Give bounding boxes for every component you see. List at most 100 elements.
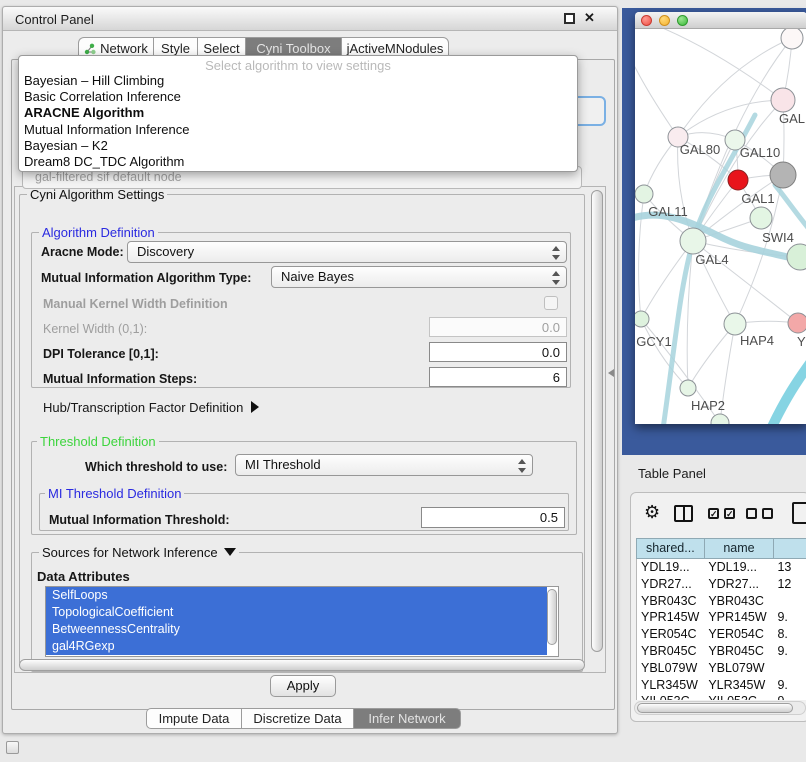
mi-steps-field[interactable]: 6 [429,367,567,387]
table-row[interactable]: YIL053CYIL053C9. [637,693,806,700]
column-header[interactable]: name [704,538,774,559]
table-cell[interactable]: YPR145W [637,609,704,626]
table-row[interactable]: YDR27...YDR27...12 [637,576,806,593]
network-node[interactable] [711,414,729,424]
combo-value: Discovery [137,244,194,259]
list-item[interactable]: gal4RGexp [46,638,547,655]
dropdown-item[interactable]: Bayesian – Hill Climbing [19,73,577,89]
deselect-box-icon[interactable] [762,508,773,519]
table-cell[interactable]: YBR045C [637,643,704,660]
vertical-scrollbar-thumb[interactable] [591,190,603,652]
network-node[interactable] [771,88,795,112]
dropdown-item-selected[interactable]: ARACNE Algorithm [19,105,577,121]
control-panel-titlebar[interactable]: Control Panel ✕ [3,7,617,31]
table-cell[interactable]: YDL19... [704,559,773,576]
network-node-gray[interactable] [770,162,796,188]
aracne-mode-combo[interactable]: Discovery [127,241,567,263]
which-threshold-combo[interactable]: MI Threshold [235,454,533,476]
network-node[interactable] [750,207,772,229]
select-all-check-icon[interactable]: ✓ [724,508,735,519]
network-node-selected[interactable] [728,170,748,190]
mi-algorithm-type-combo[interactable]: Naive Bayes [271,266,567,288]
table-cell[interactable]: YBR045C [704,643,773,660]
table-cell[interactable]: YER054C [637,626,704,643]
table-cell[interactable]: YLR345W [637,677,704,694]
table-cell[interactable] [773,660,806,677]
network-node[interactable] [635,185,653,203]
table-cell[interactable]: 8. [773,626,806,643]
table-cell[interactable]: YBR043C [637,593,704,610]
table-row[interactable]: YLR345WYLR345W9. [637,677,806,694]
list-item[interactable]: TopologicalCoefficient [46,604,547,621]
table-cell[interactable]: YIL053C [637,693,704,700]
table-cell[interactable]: YIL053C [704,693,773,700]
tab-infer-network[interactable]: Infer Network [353,708,461,729]
kernel-width-field[interactable]: 0.0 [429,317,567,337]
node-label: GAL [779,111,805,126]
network-graph[interactable]: GAL GAL80 GAL10 GAL1 GAL11 SWI4 GAL4 GCY… [635,29,806,424]
float-panel-icon[interactable] [6,741,19,754]
column-header[interactable] [773,538,806,559]
sources-toggle[interactable]: Sources for Network Inference [39,545,239,560]
dropdown-item[interactable]: Dream8 DC_TDC Algorithm [19,154,577,170]
close-window-icon[interactable]: ✕ [584,10,595,26]
table-cell[interactable]: 9. [773,643,806,660]
network-node[interactable] [788,313,806,333]
network-window-titlebar[interactable] [635,12,806,29]
manual-kernel-checkbox[interactable] [544,296,558,310]
mac-close-icon[interactable] [641,15,652,26]
restore-window-icon[interactable] [564,13,575,24]
apply-button[interactable]: Apply [270,675,336,697]
mac-zoom-icon[interactable] [677,15,688,26]
table-cell[interactable]: YBL079W [637,660,704,677]
table-horizontal-scrollbar[interactable] [634,701,806,715]
table-cell[interactable] [773,593,806,610]
table-cell[interactable]: YBL079W [704,660,773,677]
splitter-collapse-icon[interactable] [608,369,614,377]
table-cell[interactable]: YDR27... [637,576,704,593]
dropdown-item[interactable]: Basic Correlation Inference [19,89,577,105]
network-node[interactable] [787,244,806,270]
table-cell[interactable]: YER054C [704,626,773,643]
split-panel-icon[interactable] [674,505,693,522]
tab-impute-data[interactable]: Impute Data [146,708,241,729]
horizontal-scrollbar-thumb[interactable] [19,659,585,671]
table-cell[interactable]: 13 [773,559,806,576]
table-cell[interactable]: 9. [773,609,806,626]
table-cell[interactable]: 12 [773,576,806,593]
list-item[interactable]: SelfLoops [46,587,547,604]
file-icon[interactable] [792,502,806,524]
list-scrollbar-thumb[interactable] [547,589,557,645]
network-node[interactable] [724,313,746,335]
gear-icon[interactable]: ⚙ [644,502,660,523]
table-row[interactable]: YER054CYER054C8. [637,626,806,643]
table-cell[interactable]: YPR145W [704,609,773,626]
network-node[interactable] [680,228,706,254]
table-cell[interactable]: YDR27... [704,576,773,593]
list-item[interactable]: BetweennessCentrality [46,621,547,638]
table-row[interactable]: YBL079WYBL079W [637,660,806,677]
table-hscroll-thumb[interactable] [637,703,793,713]
network-node[interactable] [680,380,696,396]
network-node[interactable] [781,29,803,49]
dropdown-item[interactable]: Bayesian – K2 [19,138,577,154]
select-all-check-icon[interactable]: ✓ [708,508,719,519]
mi-threshold-field[interactable]: 0.5 [421,507,565,528]
table-cell[interactable]: YLR345W [704,677,773,694]
table-cell[interactable]: 9. [773,677,806,694]
tab-discretize-data[interactable]: Discretize Data [241,708,353,729]
table-cell[interactable]: 9. [773,693,806,700]
dpi-tolerance-field[interactable]: 0.0 [429,342,567,362]
table-row[interactable]: YPR145WYPR145W9. [637,609,806,626]
table-row[interactable]: YBR043CYBR043C [637,593,806,610]
deselect-box-icon[interactable] [746,508,757,519]
dropdown-item[interactable]: Mutual Information Inference [19,122,577,138]
table-row[interactable]: YDL19...YDL19...13 [637,559,806,576]
table-row[interactable]: YBR045CYBR045C9. [637,643,806,660]
network-node[interactable] [635,311,649,327]
mac-minimize-icon[interactable] [659,15,670,26]
table-cell[interactable]: YDL19... [637,559,704,576]
column-header[interactable]: shared... [636,538,704,559]
hub-section-toggle[interactable]: Hub/Transcription Factor Definition [43,400,259,415]
table-cell[interactable]: YBR043C [704,593,773,610]
